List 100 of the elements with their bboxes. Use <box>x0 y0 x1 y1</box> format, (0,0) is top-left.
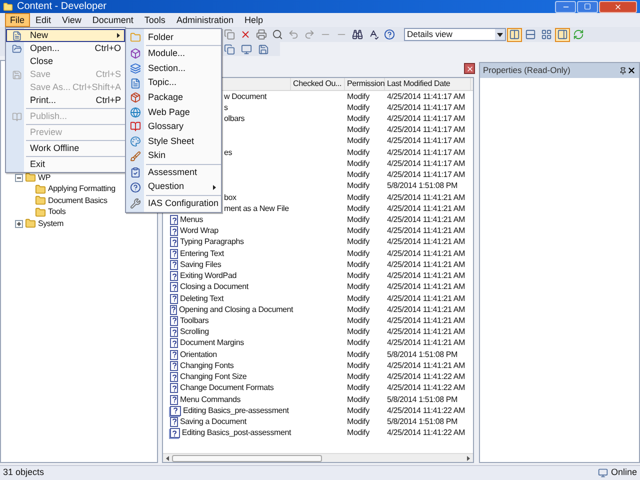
app-icon <box>3 2 13 12</box>
scrollbar-thumb[interactable] <box>172 454 322 462</box>
table-cell[interactable]: s <box>224 102 228 114</box>
table-cell[interactable]: Entering Text <box>180 248 224 260</box>
table-cell-text: Modify <box>346 169 370 182</box>
view-combo[interactable]: Details view <box>404 28 506 41</box>
table-cell[interactable]: box <box>224 192 236 204</box>
copy-icon[interactable] <box>222 42 237 56</box>
menu-item[interactable]: Close <box>6 55 125 68</box>
shortcut: Ctrl+S <box>96 68 122 81</box>
menu-item[interactable]: Style Sheet <box>126 134 221 149</box>
table-cell[interactable]: ment as a New File <box>224 202 289 215</box>
refresh-icon[interactable] <box>571 28 586 42</box>
table-cell-text: Modify <box>346 326 370 338</box>
menu-item[interactable]: Skin <box>126 148 221 164</box>
menu-item[interactable]: Print... Ctrl+P <box>6 94 125 107</box>
menu-item[interactable]: IAS Configuration <box>126 196 221 212</box>
table-cell[interactable]: Changing Font Size <box>180 371 247 384</box>
monitor-icon[interactable] <box>239 42 254 56</box>
menu-item[interactable]: View <box>57 13 86 27</box>
table-cell[interactable]: Opening and Closing a Document <box>179 304 294 316</box>
view-mode-icon[interactable] <box>507 28 522 42</box>
pin-icon[interactable] <box>619 66 627 74</box>
tree-item[interactable]: Applying Formatting <box>48 183 116 196</box>
menu-item[interactable]: Help <box>239 13 268 27</box>
table-cell[interactable]: Deleting Text <box>180 292 224 305</box>
column-header[interactable]: Last Modified Date <box>385 78 471 90</box>
expand-toggle[interactable] <box>15 220 23 228</box>
table-cell[interactable]: Menu Commands <box>180 394 241 406</box>
close-pane-button[interactable] <box>464 63 475 74</box>
menu-item[interactable]: Question <box>126 180 221 195</box>
menu-item[interactable]: Assessment <box>126 165 221 180</box>
table-cell-text: 4/25/2014 11:41:22 AM <box>386 371 466 384</box>
table-cell[interactable]: Saving Files <box>180 258 222 271</box>
menu-item[interactable]: Document <box>87 13 138 27</box>
menu-item[interactable]: Topic... <box>126 76 221 90</box>
copy-icon[interactable] <box>222 28 237 42</box>
table-cell-text: Modify <box>346 258 370 271</box>
table-cell-text: 4/25/2014 11:41:21 AM <box>386 326 466 338</box>
menu-item[interactable]: Edit <box>30 13 56 27</box>
close-button[interactable] <box>599 0 637 12</box>
menu-item[interactable]: Web Page <box>126 104 221 120</box>
help-icon[interactable] <box>382 28 397 42</box>
table-cell[interactable]: Document Margins <box>180 337 244 350</box>
table-cell[interactable]: Changing Fonts <box>180 360 234 372</box>
menu-item[interactable]: Open... Ctrl+O <box>6 42 125 55</box>
assessment-icon <box>170 406 181 416</box>
table-cell-text: 4/25/2014 11:41:21 AM <box>386 281 466 294</box>
tree-item[interactable]: Tools <box>48 206 66 218</box>
table-cell[interactable]: Editing Basics_pre-assessment <box>183 404 289 417</box>
table-cell[interactable]: Typing Paragraphs <box>180 236 244 248</box>
table-cell[interactable]: w Document <box>224 90 266 103</box>
table-cell[interactable]: Orientation <box>180 348 217 361</box>
table-cell[interactable]: Menus <box>180 214 204 226</box>
menu-item[interactable]: File <box>5 13 30 27</box>
menu-item[interactable]: Package <box>126 90 221 105</box>
menu-item[interactable]: Folder <box>126 30 221 45</box>
menu-item[interactable]: Module... <box>126 46 221 62</box>
table-cell[interactable]: Saving a Document <box>180 416 246 428</box>
table-cell-text: 4/25/2014 11:41:21 AM <box>386 337 466 350</box>
maximize-button[interactable] <box>577 0 598 12</box>
menu-item[interactable]: Exit <box>6 158 125 171</box>
table-cell[interactable]: Word Wrap <box>180 225 218 238</box>
table-cell-text: Modify <box>346 270 370 282</box>
table-cell[interactable]: olbars <box>224 113 245 126</box>
menu-item[interactable]: Section... <box>126 61 221 76</box>
menu-item[interactable]: New <box>6 29 125 42</box>
find-icon[interactable] <box>350 28 365 42</box>
print-icon[interactable] <box>254 28 269 42</box>
table-cell[interactable]: Exiting WordPad <box>180 270 236 282</box>
table-cell[interactable]: Change Document Formats <box>180 382 274 394</box>
view-mode-icon[interactable] <box>555 28 570 42</box>
collapse-toggle[interactable] <box>15 174 23 182</box>
table-cell-text: Modify <box>346 337 370 350</box>
tree-item[interactable]: Document Basics <box>48 194 108 207</box>
column-header[interactable]: Permission <box>345 78 385 90</box>
menu-item[interactable]: Administration <box>171 13 238 27</box>
table-cell-text: 4/25/2014 11:41:17 AM <box>386 102 466 114</box>
table-cell-text: 4/25/2014 11:41:17 AM <box>386 169 466 182</box>
save-icon[interactable] <box>256 42 271 56</box>
tree-item[interactable]: System <box>38 218 64 230</box>
table-cell-text: Modify <box>346 202 370 215</box>
view-mode-icon[interactable] <box>523 28 538 42</box>
minimize-button[interactable] <box>555 0 576 12</box>
column-header[interactable]: Checked Ou... <box>291 78 345 90</box>
menu-item[interactable]: Tools <box>139 13 170 27</box>
table-cell[interactable]: Editing Basics_post-assessment <box>182 427 291 440</box>
menu-item[interactable]: Glossary <box>126 120 221 134</box>
menu-item[interactable]: Work Offline <box>6 142 125 155</box>
close-icon[interactable] <box>627 66 636 75</box>
folder-icon <box>35 184 46 195</box>
search-icon[interactable] <box>270 28 285 42</box>
table-cell[interactable]: Toolbars <box>180 314 209 327</box>
table-cell[interactable]: Scrolling <box>180 326 209 338</box>
tree-item[interactable]: WP <box>38 172 50 184</box>
view-mode-icon[interactable] <box>539 28 554 42</box>
table-cell[interactable]: Closing a Document <box>180 281 248 294</box>
table-cell-text: Modify <box>346 314 370 327</box>
table-cell-text: Modify <box>346 113 370 126</box>
table-cell[interactable]: es <box>224 146 232 159</box>
